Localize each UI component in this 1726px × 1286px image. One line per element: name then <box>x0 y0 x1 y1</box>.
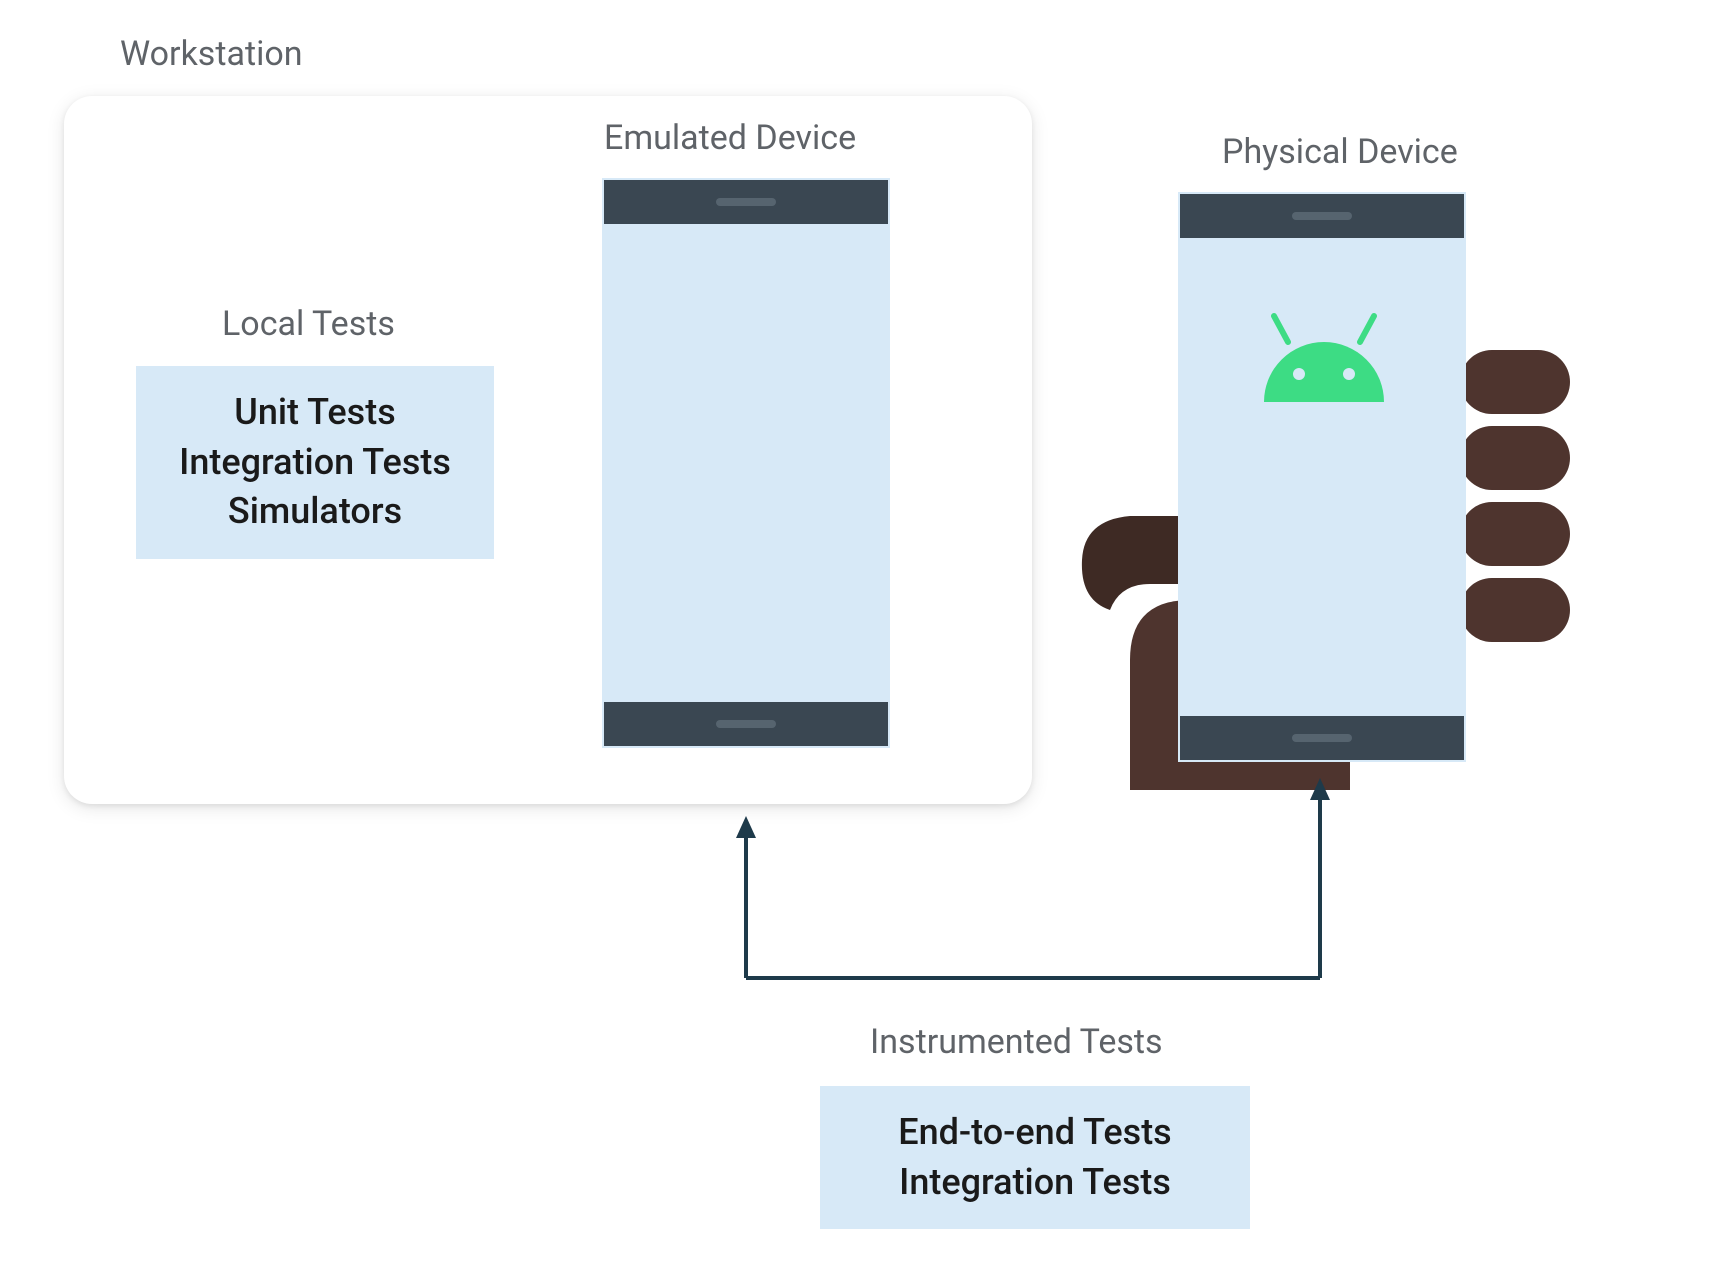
instrumented-tests-label: Instrumented Tests <box>870 1022 1163 1062</box>
instrumented-tests-line1: End-to-end Tests <box>830 1108 1240 1158</box>
instrumented-tests-line2: Integration Tests <box>830 1158 1240 1208</box>
instrumented-tests-box: End-to-end Tests Integration Tests <box>820 1086 1250 1229</box>
